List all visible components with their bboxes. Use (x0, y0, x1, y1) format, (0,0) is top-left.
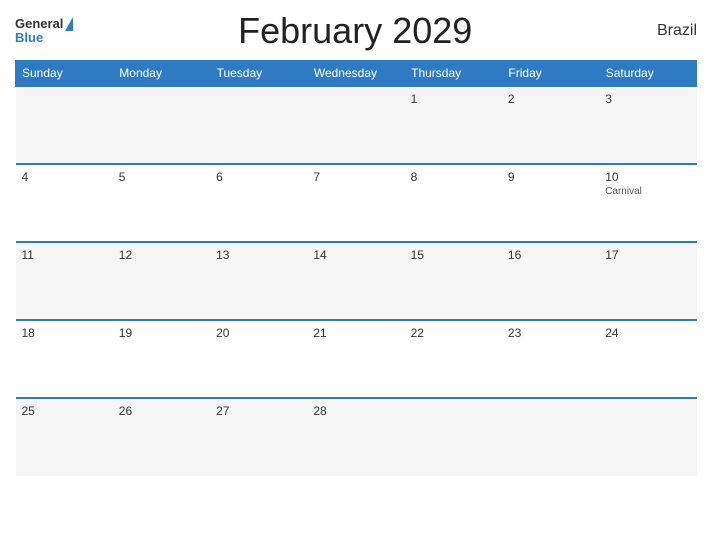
calendar-day-cell: 28 (307, 398, 404, 476)
calendar-day-cell: 27 (210, 398, 307, 476)
calendar-day-cell: 5 (113, 164, 210, 242)
calendar-week-row: 11 12 13 14 15 16 17 (16, 242, 697, 320)
col-monday: Monday (113, 61, 210, 87)
logo: General Blue (15, 17, 73, 46)
day-number: 3 (605, 92, 690, 106)
calendar-page: General Blue February 2029 Brazil Sunday… (0, 0, 712, 550)
day-number: 4 (22, 170, 107, 184)
day-number: 8 (411, 170, 496, 184)
day-number: 11 (22, 248, 107, 262)
calendar-day-cell: 1 (405, 86, 502, 164)
calendar-day-cell: 7 (307, 164, 404, 242)
day-number: 25 (22, 404, 107, 418)
header: General Blue February 2029 Brazil (15, 10, 697, 52)
day-number: 23 (508, 326, 593, 340)
country-label: Brazil (637, 22, 697, 40)
calendar-day-cell (599, 398, 696, 476)
day-number: 7 (313, 170, 398, 184)
col-tuesday: Tuesday (210, 61, 307, 87)
calendar-day-cell: 19 (113, 320, 210, 398)
day-number: 18 (22, 326, 107, 340)
day-number: 12 (119, 248, 204, 262)
day-number: 5 (119, 170, 204, 184)
day-number: 20 (216, 326, 301, 340)
weekday-header-row: Sunday Monday Tuesday Wednesday Thursday… (16, 61, 697, 87)
calendar-day-cell: 21 (307, 320, 404, 398)
day-number: 21 (313, 326, 398, 340)
day-number: 1 (411, 92, 496, 106)
calendar-day-cell: 17 (599, 242, 696, 320)
calendar-week-row: 123 (16, 86, 697, 164)
calendar-day-cell: 2 (502, 86, 599, 164)
day-event: Carnival (605, 186, 690, 197)
calendar-day-cell: 24 (599, 320, 696, 398)
calendar-week-row: 25 26 27 28 (16, 398, 697, 476)
day-number: 26 (119, 404, 204, 418)
calendar-day-cell (502, 398, 599, 476)
calendar-day-cell: 16 (502, 242, 599, 320)
day-number: 17 (605, 248, 690, 262)
day-number: 14 (313, 248, 398, 262)
calendar-day-cell: 13 (210, 242, 307, 320)
calendar-day-cell: 15 (405, 242, 502, 320)
col-thursday: Thursday (405, 61, 502, 87)
day-number: 6 (216, 170, 301, 184)
calendar-day-cell: 3 (599, 86, 696, 164)
calendar-day-cell (113, 86, 210, 164)
month-title: February 2029 (73, 10, 637, 52)
day-number: 10 (605, 170, 690, 184)
logo-triangle-icon (65, 17, 73, 31)
calendar-day-cell: 20 (210, 320, 307, 398)
calendar-day-cell: 18 (16, 320, 113, 398)
calendar-day-cell: 23 (502, 320, 599, 398)
calendar-week-row: 18 19 20 21 22 23 24 (16, 320, 697, 398)
calendar-table: Sunday Monday Tuesday Wednesday Thursday… (15, 60, 697, 476)
calendar-week-row: 456789 10 Carnival (16, 164, 697, 242)
day-number: 28 (313, 404, 398, 418)
calendar-day-cell: 9 (502, 164, 599, 242)
col-sunday: Sunday (16, 61, 113, 87)
calendar-day-cell: 6 (210, 164, 307, 242)
day-number: 19 (119, 326, 204, 340)
day-number: 15 (411, 248, 496, 262)
day-number: 24 (605, 326, 690, 340)
calendar-day-cell: 26 (113, 398, 210, 476)
calendar-day-cell (405, 398, 502, 476)
calendar-day-cell: 22 (405, 320, 502, 398)
calendar-day-cell (16, 86, 113, 164)
col-wednesday: Wednesday (307, 61, 404, 87)
logo-blue-text: Blue (15, 31, 43, 45)
day-number: 27 (216, 404, 301, 418)
calendar-day-cell: 25 (16, 398, 113, 476)
col-saturday: Saturday (599, 61, 696, 87)
calendar-day-cell: 8 (405, 164, 502, 242)
logo-general-text: General (15, 17, 63, 31)
day-number: 22 (411, 326, 496, 340)
calendar-day-cell: 10 Carnival (599, 164, 696, 242)
calendar-day-cell: 4 (16, 164, 113, 242)
calendar-day-cell: 11 (16, 242, 113, 320)
calendar-day-cell: 14 (307, 242, 404, 320)
col-friday: Friday (502, 61, 599, 87)
day-number: 9 (508, 170, 593, 184)
day-number: 16 (508, 248, 593, 262)
calendar-day-cell: 12 (113, 242, 210, 320)
day-number: 2 (508, 92, 593, 106)
calendar-day-cell (210, 86, 307, 164)
day-number: 13 (216, 248, 301, 262)
calendar-day-cell (307, 86, 404, 164)
